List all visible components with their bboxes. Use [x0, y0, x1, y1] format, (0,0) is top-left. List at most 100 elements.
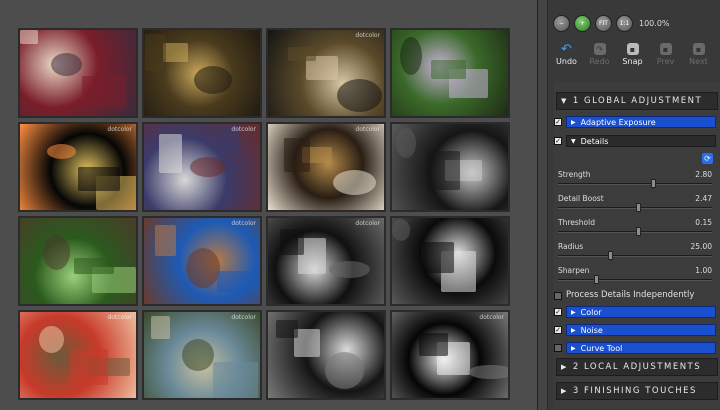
prev-icon: ▪: [659, 43, 672, 55]
thumbnail-detail: [333, 170, 376, 195]
process-independently-label: Process Details Independently: [566, 290, 695, 300]
color-item[interactable]: ▶ Color: [566, 306, 716, 318]
thumbnail-spiral-staircase[interactable]: [390, 216, 510, 306]
panel-divider[interactable]: [538, 0, 548, 410]
redo-button[interactable]: ↷ Redo: [583, 40, 616, 74]
thumbnail-detail: [213, 362, 258, 398]
slider-knob[interactable]: [636, 203, 641, 212]
local-adjustments-header[interactable]: ▶ 2 LOCAL ADJUSTMENTS: [556, 358, 718, 376]
thumbnail-bw-motorcycle[interactable]: [266, 310, 386, 400]
thumbnail-bw-face[interactable]: dotcolor: [266, 216, 386, 306]
fit-icon: FIT: [599, 19, 608, 27]
thumbnail-detail: [280, 229, 304, 255]
next-icon: ▪: [692, 43, 705, 55]
slider-label: Detail Boost: [558, 194, 604, 203]
thumbnail-detail: [288, 47, 316, 61]
thumbnail-musician-cello[interactable]: dotcolor: [266, 122, 386, 212]
thumbnail-adobe-church[interactable]: dotcolor: [142, 216, 262, 306]
undo-label: Undo: [556, 57, 577, 66]
snap-button[interactable]: ▪ Snap: [616, 40, 649, 74]
slider-knob[interactable]: [636, 227, 641, 236]
curve-tool-checkbox[interactable]: [554, 344, 562, 352]
thumbnail-gothic-building[interactable]: [390, 122, 510, 212]
redo-icon: ↷: [593, 43, 606, 55]
slider-strength: Strength 2.80: [558, 170, 716, 190]
thumbnail-pottery-bowls[interactable]: [142, 28, 262, 118]
slider-track[interactable]: [558, 183, 712, 185]
thumbnail-detail: [47, 144, 76, 159]
expand-right-icon: ▶: [571, 326, 576, 334]
watermark: dotcolor: [231, 126, 256, 133]
color-label: Color: [580, 307, 602, 317]
snap-label: Snap: [622, 57, 643, 66]
thumbnail-detail: [468, 365, 508, 379]
noise-checkbox[interactable]: ✓: [554, 326, 562, 334]
thumbnail-woman-portrait[interactable]: dotcolor: [266, 28, 386, 118]
refresh-icon[interactable]: ⟳: [702, 153, 713, 164]
app-window: dotcolor dotcolor dotcolor dotcolor dotcolor…: [0, 0, 720, 410]
one-to-one-button[interactable]: 1:1: [616, 14, 633, 32]
slider-knob[interactable]: [594, 275, 599, 284]
details-label: Details: [580, 136, 609, 146]
thumbnail-detail: [396, 128, 416, 158]
thumbnail-detail: [276, 320, 298, 338]
thumbnail-detail: [284, 138, 310, 172]
finishing-touches-header[interactable]: ▶ 3 FINISHING TOUCHES: [556, 382, 718, 400]
adaptive-exposure-checkbox[interactable]: ✓: [554, 118, 562, 126]
global-adjustment-title: 1 GLOBAL ADJUSTMENT: [572, 96, 703, 106]
undo-icon: ↶: [561, 41, 572, 57]
thumbnail-rolling-hills[interactable]: dotcolor: [142, 310, 262, 400]
slider-value: 25.00: [690, 242, 712, 251]
undo-button[interactable]: ↶ Undo: [550, 40, 583, 74]
noise-item[interactable]: ▶ Noise: [566, 324, 716, 336]
zoom-out-button[interactable]: −: [553, 14, 570, 32]
slider-knob[interactable]: [608, 251, 613, 260]
global-adjustment-header[interactable]: ▼ 1 GLOBAL ADJUSTMENT: [556, 92, 718, 110]
details-item[interactable]: ▼ Details: [566, 135, 716, 147]
noise-label: Noise: [580, 325, 603, 335]
thumbnail-bw-collage[interactable]: dotcolor: [390, 310, 510, 400]
thumbnail-detail: [70, 349, 108, 385]
curve-tool-item[interactable]: ▶ Curve Tool: [566, 342, 716, 354]
slider-track[interactable]: [558, 207, 712, 209]
thumbnail-red-sunset-field[interactable]: dotcolor: [18, 310, 138, 400]
thumbnail-detail: [325, 352, 364, 389]
zoom-in-button[interactable]: +: [574, 14, 591, 32]
process-independently-checkbox[interactable]: [554, 292, 562, 300]
thumbnail-hanging-peppers[interactable]: [18, 28, 138, 118]
fit-button[interactable]: FIT: [595, 14, 612, 32]
thumbnail-detail: [51, 53, 82, 76]
slider-knob[interactable]: [651, 179, 656, 188]
prev-button[interactable]: ▪ Prev: [649, 40, 682, 74]
slider-track[interactable]: [558, 279, 712, 281]
thumbnail-detail: [74, 258, 114, 274]
thumbnail-garden-urn[interactable]: [18, 216, 138, 306]
thumbnail-detail: [194, 66, 232, 94]
thumbnail-detail: [78, 167, 120, 191]
expand-right-icon: ▶: [571, 344, 576, 352]
thumbnail-detail: [431, 60, 466, 79]
thumbnail-detail: [163, 43, 188, 62]
adaptive-exposure-item[interactable]: ▶ Adaptive Exposure: [566, 116, 716, 128]
thumbnail-girl-in-foliage[interactable]: [390, 28, 510, 118]
details-checkbox[interactable]: ✓: [554, 137, 562, 145]
thumbnail-striped-wall[interactable]: dotcolor: [142, 122, 262, 212]
watermark: dotcolor: [231, 220, 256, 227]
thumbnail-detail: [43, 235, 70, 270]
thumbnail-detail: [419, 333, 448, 356]
thumbnail-night-cityscape[interactable]: dotcolor: [18, 122, 138, 212]
local-adjustments-title: 2 LOCAL ADJUSTMENTS: [572, 362, 702, 372]
thumbnail-detail: [400, 37, 422, 75]
watermark: dotcolor: [355, 220, 380, 227]
next-button[interactable]: ▪ Next: [682, 40, 715, 74]
adaptive-exposure-label: Adaptive Exposure: [580, 117, 656, 127]
slider-track[interactable]: [558, 231, 712, 233]
watermark: dotcolor: [479, 314, 504, 321]
history-toolbar: ↶ Undo ↷ Redo ▪ Snap ▪ Prev ▪ Next: [550, 40, 720, 74]
thumbnail-detail: [423, 242, 454, 273]
slider-sharpen: Sharpen 1.00: [558, 266, 716, 286]
thumbnail-detail: [82, 76, 126, 108]
thumbnail-detail: [20, 30, 38, 44]
slider-track[interactable]: [558, 255, 712, 257]
color-checkbox[interactable]: ✓: [554, 308, 562, 316]
